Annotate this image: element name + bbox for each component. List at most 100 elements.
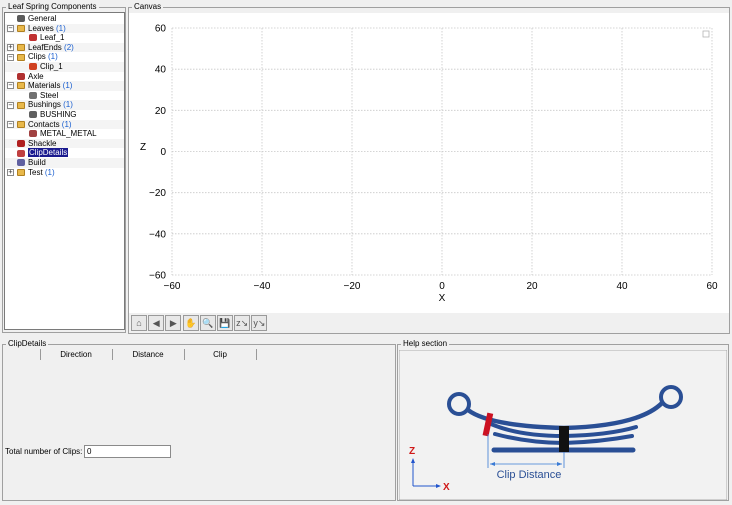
folder-icon <box>17 24 25 32</box>
help-diagram: Clip Distance Z X <box>399 350 727 500</box>
y-tick-label: −20 <box>149 188 166 199</box>
x-tick-label: −60 <box>164 281 181 292</box>
forward-arrow-icon[interactable]: ▶ <box>165 315 182 331</box>
folder-icon <box>17 168 25 176</box>
collapse-icon[interactable]: − <box>7 53 14 61</box>
home-icon[interactable]: ⌂ <box>131 315 147 331</box>
pan-hand-icon[interactable]: ✋ <box>182 315 199 331</box>
tree-item-label: Axle <box>28 71 44 81</box>
tree-item-count: (1) <box>60 100 73 110</box>
clipdetails-icon <box>17 149 25 157</box>
tree-item-label: Shackle <box>28 138 57 148</box>
tree-item-metal-metal[interactable]: METAL_METAL <box>5 129 124 139</box>
tree-item-steel[interactable]: Steel <box>5 91 124 101</box>
help-title: Help section <box>401 339 450 349</box>
tree-item-label: Clip_1 <box>40 62 63 71</box>
tree-item-label: Leaves <box>28 23 54 33</box>
tree-item-label: Bushings <box>28 100 61 110</box>
tree-item-clips[interactable]: − Clips (1) <box>5 52 124 62</box>
tree-item-general[interactable]: General <box>5 14 124 24</box>
y-tick-label: 0 <box>160 147 166 158</box>
general-icon <box>17 15 25 23</box>
collapse-icon[interactable]: − <box>7 82 14 90</box>
build-icon <box>17 159 25 167</box>
clip-icon <box>29 63 37 71</box>
column-header-direction[interactable]: Direction <box>41 350 111 360</box>
zoom-icon[interactable]: 🔍 <box>199 315 216 331</box>
legend-box <box>702 30 710 38</box>
x-tick-label: 0 <box>439 281 445 292</box>
tree-item-label: Leaf_1 <box>40 33 65 43</box>
collapse-icon[interactable]: − <box>7 120 14 128</box>
clip-distance-caption: Clip Distance <box>497 469 562 481</box>
tree-item-axle[interactable]: Axle <box>5 72 124 82</box>
contact-icon <box>29 130 37 138</box>
tree-item-label: Contacts <box>28 119 60 129</box>
tree-item-label: Steel <box>40 90 59 100</box>
components-group-title: Leaf Spring Components <box>6 2 99 12</box>
y-tick-label: 20 <box>155 106 167 117</box>
axes-xz-icon[interactable]: z↘ <box>234 315 251 331</box>
collapse-icon[interactable]: − <box>7 24 14 32</box>
y-tick-label: −60 <box>149 271 166 282</box>
back-arrow-icon[interactable]: ◀ <box>148 315 165 331</box>
tree-item-count: (1) <box>42 167 55 177</box>
center-clip <box>559 426 569 452</box>
axle-icon <box>17 72 25 80</box>
x-axis-label: X <box>439 293 446 304</box>
material-icon <box>29 92 37 100</box>
tree-item-label: BUSHING <box>40 110 77 119</box>
tree-item-clip-1[interactable]: Clip_1 <box>5 62 124 72</box>
total-clips-input[interactable] <box>84 445 171 458</box>
tree-item-count: (1) <box>60 81 73 91</box>
tree-item-leaves[interactable]: − Leaves (1) <box>5 23 124 34</box>
folder-icon <box>17 53 25 61</box>
tree-item-shackle[interactable]: Shackle <box>5 138 124 149</box>
canvas-plot[interactable]: −60 −40 −20 0 20 40 60 60 40 20 0 −20 −40 −60 X Z <box>129 13 729 313</box>
tree-item-label: Materials <box>28 81 61 91</box>
tree-item-contacts[interactable]: − Contacts (1) <box>5 119 124 130</box>
x-tick-label: 40 <box>616 281 628 292</box>
expand-icon[interactable]: + <box>7 168 14 176</box>
clip-details-group: ClipDetails <box>2 339 396 501</box>
y-tick-label: 60 <box>155 24 167 35</box>
expand-icon[interactable]: + <box>7 44 14 52</box>
folder-icon <box>17 44 25 52</box>
collapse-icon[interactable]: − <box>7 101 14 109</box>
total-clips-label: Total number of Clips: <box>5 447 83 456</box>
x-tick-label: 60 <box>706 281 718 292</box>
tree-item-count: (2) <box>61 42 74 52</box>
y-tick-label: 40 <box>155 65 167 76</box>
x-tick-label: 20 <box>526 281 538 292</box>
clip-details-title: ClipDetails <box>6 339 49 349</box>
tree-item-count: (1) <box>59 119 72 129</box>
tree-item-label: LeafEnds <box>28 42 62 52</box>
folder-icon <box>17 101 25 109</box>
tree-item-clipdetails[interactable]: ClipDetails <box>5 148 124 158</box>
tree-item-label: ClipDetails <box>28 148 69 158</box>
tree-item-leaf-1[interactable]: Leaf_1 <box>5 33 124 43</box>
x-tick-label: −20 <box>344 281 361 292</box>
tree-item-count: (1) <box>45 52 58 62</box>
axis-x-label: X <box>443 482 450 493</box>
column-header-clip[interactable]: Clip <box>185 350 255 360</box>
column-header-distance[interactable]: Distance <box>113 350 183 360</box>
folder-icon <box>17 82 25 90</box>
canvas-group-title: Canvas <box>132 2 164 12</box>
x-tick-label: −40 <box>254 281 271 292</box>
tree-item-label: Test <box>28 167 43 177</box>
tree-item-bushing[interactable]: BUSHING <box>5 110 124 120</box>
tree-item-test[interactable]: + Test (1) <box>5 168 124 178</box>
axis-z-label: Z <box>409 446 415 457</box>
save-icon[interactable]: 💾 <box>217 315 233 331</box>
component-tree[interactable]: General − Leaves (1) Leaf_1 + LeafEnds (2) − Cl… <box>4 12 125 330</box>
tree-item-label: METAL_METAL <box>40 129 97 139</box>
tree-item-bushings[interactable]: − Bushings (1) <box>5 100 124 110</box>
tree-item-build[interactable]: Build <box>5 158 124 168</box>
tree-item-label: Clips <box>28 52 46 62</box>
axes-xy-icon[interactable]: y↘ <box>251 315 268 331</box>
tree-item-materials[interactable]: − Materials (1) <box>5 81 124 91</box>
leaf-icon <box>29 34 37 42</box>
y-axis-label: Z <box>140 142 146 153</box>
tree-item-leafends[interactable]: + LeafEnds (2) <box>5 42 124 53</box>
